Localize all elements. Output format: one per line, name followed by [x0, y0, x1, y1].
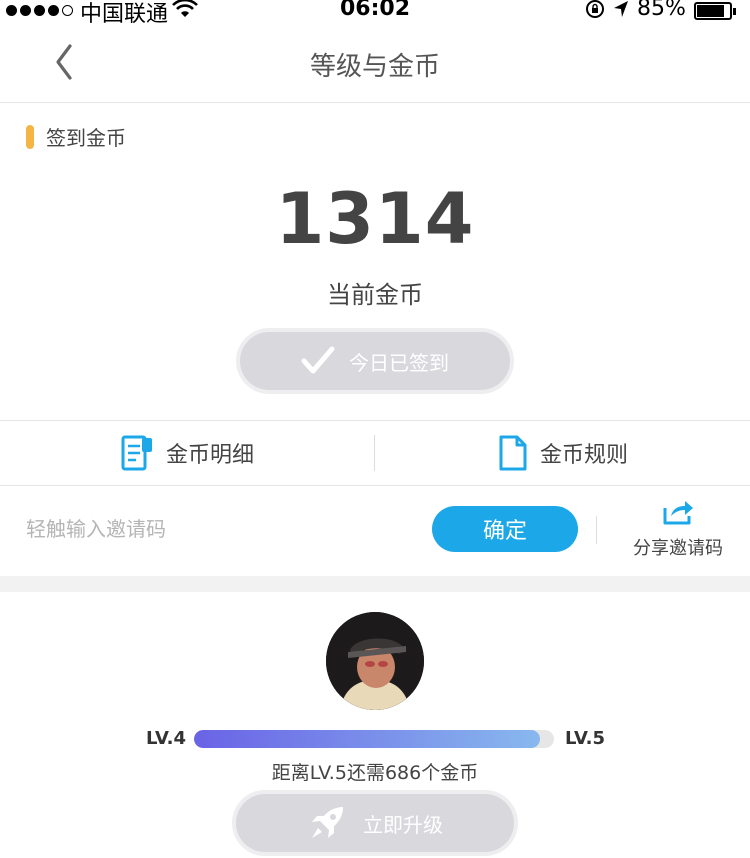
invite-divider [596, 516, 597, 544]
coin-detail-link[interactable]: 金币明细 [120, 421, 254, 485]
user-photo [326, 612, 424, 710]
current-level: LV.4 [146, 728, 186, 749]
signed-in-label: 今日已签到 [349, 350, 449, 375]
coin-amount: 1314 [275, 178, 475, 260]
status-bar: 中国联通 06:02 85% [0, 0, 750, 27]
confirm-button[interactable]: 确定 [432, 506, 578, 552]
coin-rules-label: 金币规则 [540, 443, 629, 468]
share-icon [663, 501, 693, 525]
next-level: LV.5 [565, 728, 605, 749]
coin-links-row: 金币明细 金币规则 [0, 420, 750, 486]
share-invite-button[interactable]: 分享邀请码 [618, 498, 738, 562]
orientation-lock-icon [585, 0, 605, 23]
checkmark-icon [301, 346, 335, 374]
avatar[interactable] [326, 612, 424, 710]
section-marker [26, 125, 34, 149]
coin-label: 当前金币 [327, 281, 423, 309]
section-separator [0, 576, 750, 592]
location-arrow-icon [613, 0, 629, 22]
battery-percent: 85% [637, 0, 686, 21]
upgrade-label: 立即升级 [363, 812, 443, 837]
coin-detail-label: 金币明细 [166, 443, 255, 468]
list-document-icon [121, 435, 152, 471]
section-title: 签到金币 [46, 126, 126, 150]
page-title: 等级与金币 [309, 52, 440, 82]
level-progress-bar [194, 730, 554, 748]
coin-rules-link[interactable]: 金币规则 [498, 421, 628, 485]
invite-code-input[interactable] [26, 505, 406, 553]
status-right-group: 85% [585, 0, 736, 23]
level-hint: 距离LV.5还需686个金币 [271, 762, 479, 784]
navigation-bar: 等级与金币 [0, 22, 750, 103]
links-divider [374, 435, 375, 471]
battery-icon [693, 1, 736, 20]
signed-in-button[interactable]: 今日已签到 [240, 332, 510, 390]
level-progress-fill [194, 730, 540, 748]
share-invite-label: 分享邀请码 [633, 538, 723, 559]
upgrade-button[interactable]: 立即升级 [236, 794, 514, 852]
document-icon [499, 435, 527, 471]
rocket-icon [312, 807, 343, 838]
